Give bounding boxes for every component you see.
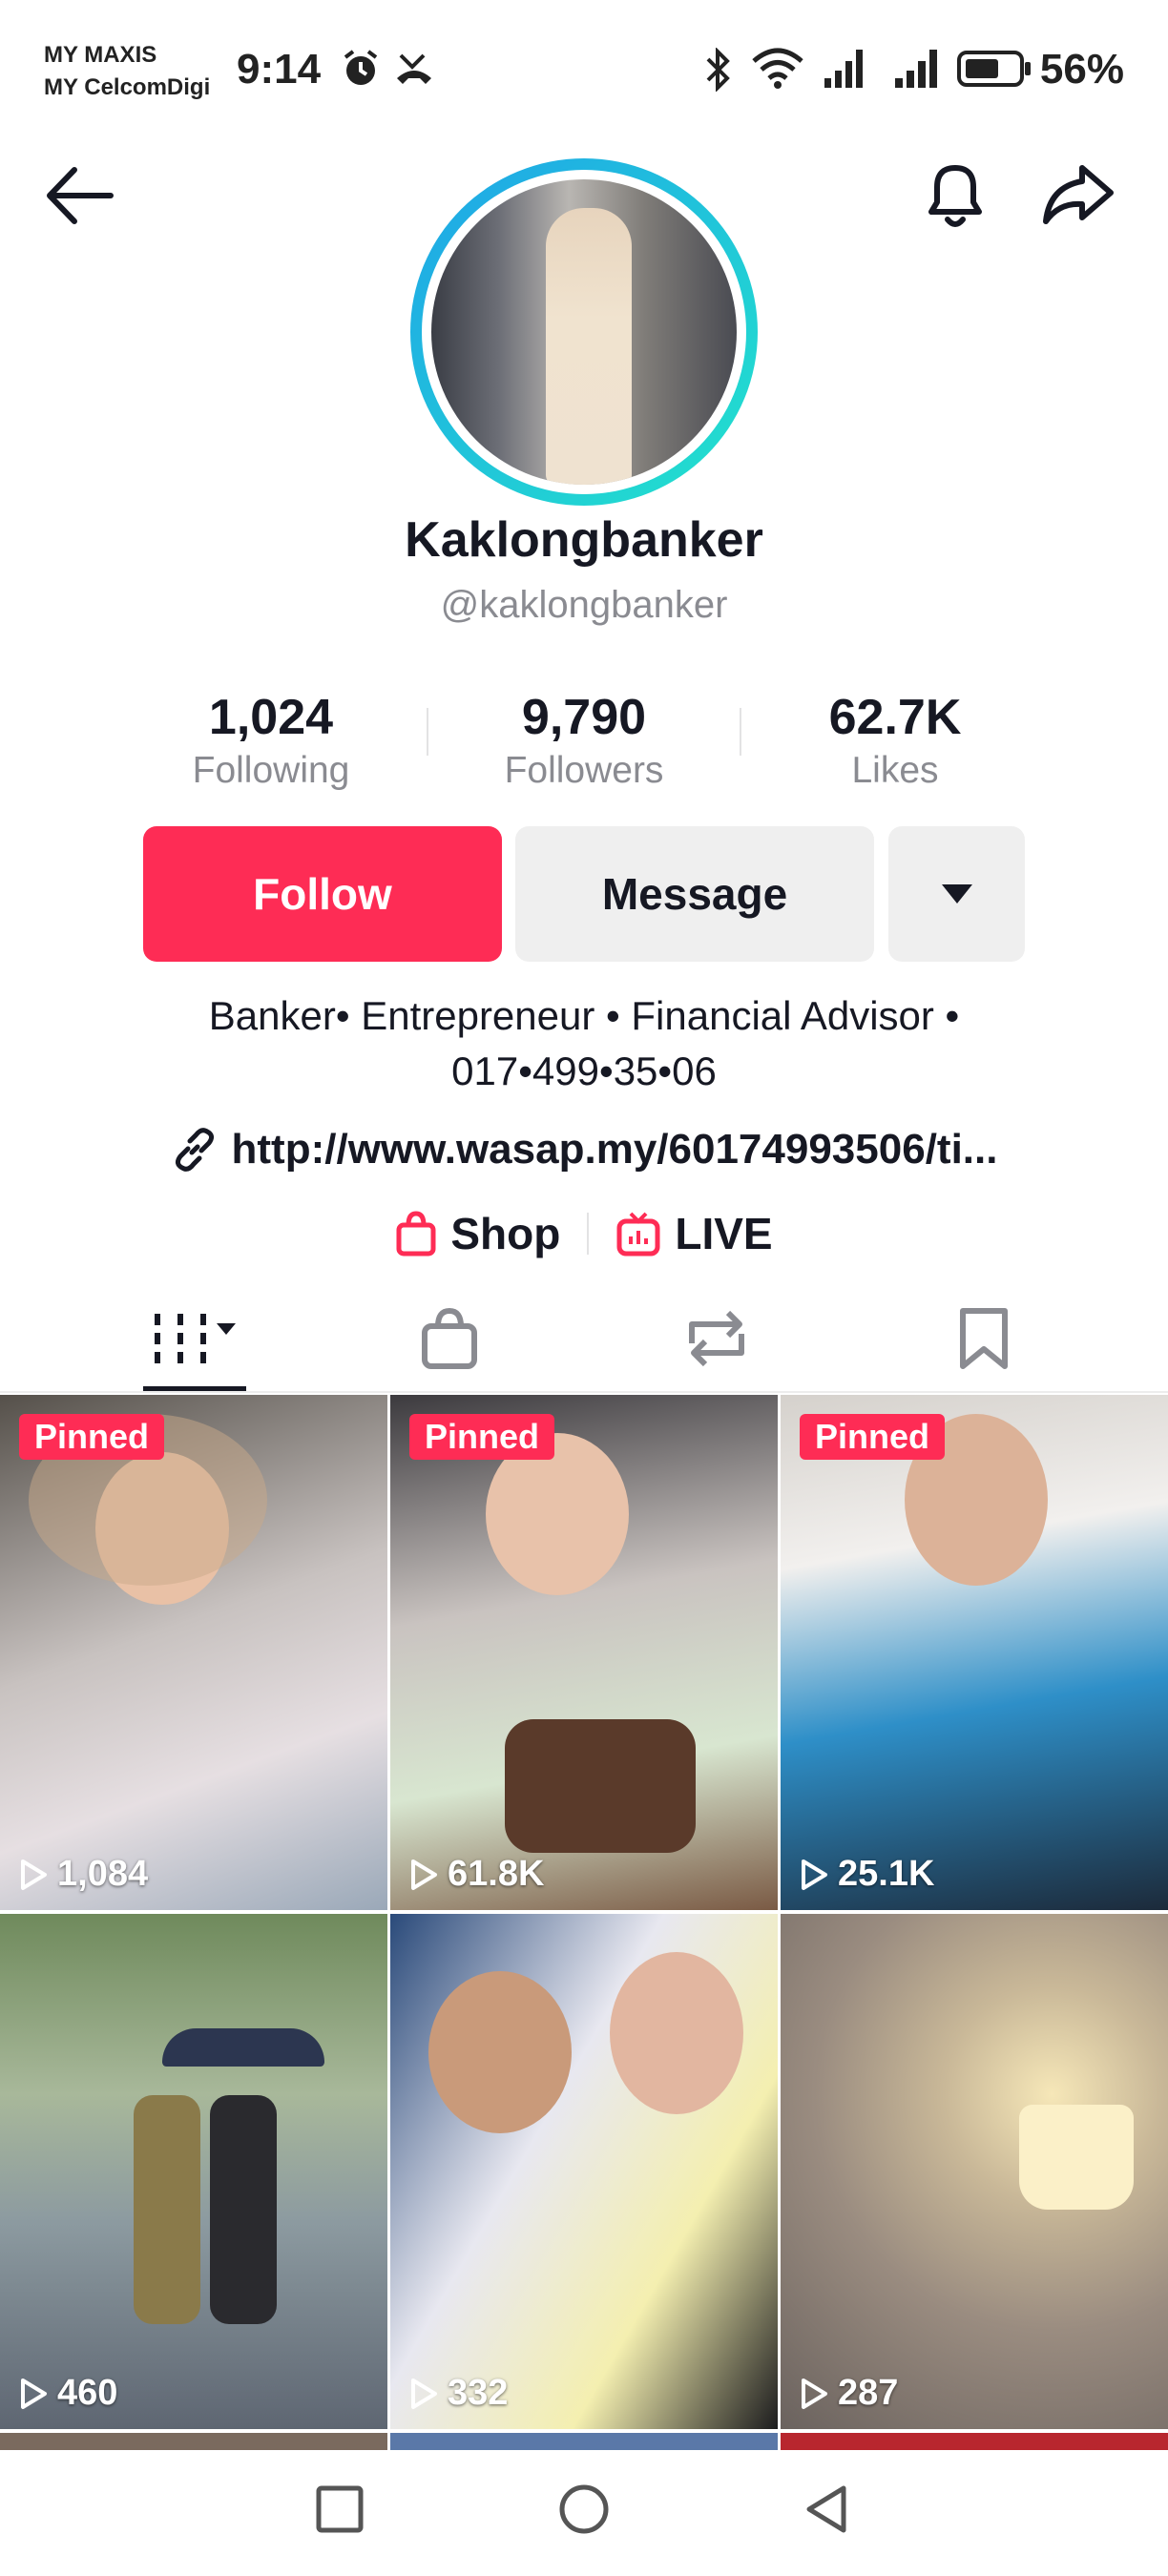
stat-divider [427,708,428,756]
bio-line-2: 017•499•35•06 [451,1049,717,1093]
arrow-left-icon [47,167,114,224]
home-button[interactable] [557,2483,611,2541]
view-count-text: 61.8K [448,1854,545,1894]
bio-link-text: http://www.wasap.my/60174993506/ti... [231,1126,998,1173]
carrier-1: MY MAXIS [44,42,157,68]
bio: Banker• Entrepreneur • Financial Advisor… [0,988,1168,1099]
live-label: LIVE [675,1209,773,1258]
play-icon [21,2378,47,2409]
bio-line-1: Banker• Entrepreneur • Financial Advisor… [208,993,960,1038]
view-count: 61.8K [409,1854,544,1895]
play-icon [802,1859,827,1890]
circle-icon [559,2484,609,2534]
stat-following[interactable]: 1,024 Following [147,687,395,794]
bookmark-icon [960,1308,1008,1369]
tabs-divider [0,1391,1168,1393]
video-tile[interactable]: 332 [390,1914,778,2429]
tab-videos[interactable] [48,1286,340,1391]
tab-favorites[interactable] [838,1286,1130,1391]
pinned-badge: Pinned [409,1414,555,1460]
pinned-badge: Pinned [19,1414,165,1460]
video-tile[interactable]: Pinned 61.8K [390,1395,778,1910]
square-icon [316,2485,364,2533]
shop-bag-icon [422,1307,477,1369]
play-icon [802,2378,827,2409]
video-tile-partial [0,2433,387,2452]
view-count-text: 332 [448,2373,509,2413]
signal-1-icon [823,46,870,94]
videos-grid-icon [155,1314,236,1363]
username-handle: @kaklongbanker [440,584,728,626]
followers-count: 9,790 [521,690,647,745]
play-icon [21,1859,47,1890]
view-count-text: 460 [57,2373,118,2413]
triangle-back-icon [806,2485,846,2533]
link-icon [175,1128,214,1172]
repost-icon [689,1310,744,1367]
video-tile[interactable]: 460 [0,1914,387,2429]
play-icon [411,1859,437,1890]
shop-label: Shop [450,1209,561,1258]
tab-shop[interactable] [303,1286,595,1391]
stat-divider [740,708,741,756]
alarm-icon [340,48,382,94]
profile-pills: Shop LIVE [0,1208,1168,1259]
view-count: 25.1K [800,1854,934,1895]
message-button[interactable]: Message [515,826,874,962]
share-arrow-icon [1043,165,1114,224]
following-count: 1,024 [208,690,334,745]
shop-pill[interactable]: Shop [395,1208,560,1259]
share-button[interactable] [1040,160,1116,234]
tab-repost[interactable] [571,1286,863,1391]
recents-button[interactable] [315,2484,365,2539]
likes-count: 62.7K [828,690,962,745]
following-label: Following [192,750,350,791]
back-nav-button[interactable] [802,2483,851,2541]
bio-link[interactable]: http://www.wasap.my/60174993506/ti... [0,1126,1168,1174]
caret-down-icon [941,884,972,904]
video-tile[interactable]: Pinned 25.1K [781,1395,1168,1910]
avatar-photo [431,179,737,485]
status-time: 9:14 [237,46,322,93]
live-tv-icon [616,1212,660,1257]
wifi-icon [750,46,805,94]
pinned-badge: Pinned [800,1414,946,1460]
notifications-button[interactable] [922,158,989,236]
more-options-button[interactable] [888,826,1025,962]
missed-call-icon [393,50,435,93]
video-tile[interactable]: Pinned 1,084 [0,1395,387,1910]
likes-label: Likes [851,750,939,791]
video-tile-partial [390,2433,778,2452]
bluetooth-icon [702,47,733,96]
view-count: 287 [800,2373,898,2414]
stat-likes[interactable]: 62.7K Likes [771,687,1019,794]
display-name: Kaklongbanker [405,512,763,568]
system-nav-bar [0,2450,1168,2576]
carrier-2: MY CelcomDigi [44,74,211,100]
bell-icon [928,165,982,227]
play-icon [411,2378,437,2409]
view-count-text: 1,084 [57,1854,149,1894]
view-count: 1,084 [19,1854,148,1895]
back-button[interactable] [42,162,116,234]
battery-percent: 56% [1039,46,1124,93]
follow-button[interactable]: Follow [143,826,502,962]
shopping-bag-icon [396,1211,436,1257]
followers-label: Followers [504,750,664,791]
battery-icon [956,50,1032,93]
live-pill[interactable]: LIVE [615,1208,773,1259]
avatar[interactable] [410,158,758,506]
signal-2-icon [893,46,945,94]
view-count: 460 [19,2373,117,2414]
stat-followers[interactable]: 9,790 Followers [460,687,708,794]
view-count-text: 287 [838,2373,899,2413]
video-tile[interactable]: 287 [781,1914,1168,2429]
video-tile-partial [781,2433,1168,2452]
view-count-text: 25.1K [838,1854,935,1894]
view-count: 332 [409,2373,508,2414]
